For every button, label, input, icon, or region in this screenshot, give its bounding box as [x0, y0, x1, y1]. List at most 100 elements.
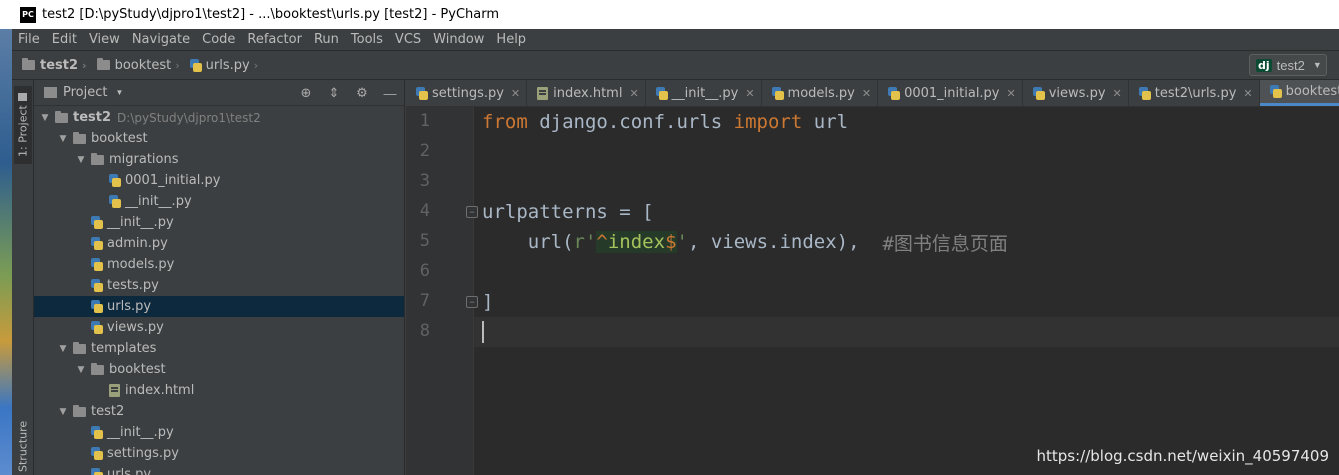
menu-tools[interactable]: Tools — [345, 32, 389, 47]
fold-end-icon[interactable]: − — [466, 296, 478, 308]
breadcrumb-app[interactable]: booktest › — [96, 58, 180, 73]
python-file-icon — [109, 174, 121, 187]
hide-panel-icon[interactable]: — — [382, 85, 398, 101]
tree-item-label: test2 — [73, 110, 112, 125]
expand-arrow-icon[interactable]: ▼ — [56, 407, 70, 417]
tab-label: views.py — [1048, 85, 1106, 101]
project-tool-window-tab[interactable]: 1: Project — [14, 86, 32, 164]
folder-icon — [18, 93, 28, 102]
fold-collapse-icon[interactable]: − — [466, 206, 478, 218]
folder-icon — [73, 404, 86, 417]
menu-code[interactable]: Code — [196, 32, 241, 47]
breadcrumb-project[interactable]: test2 › — [22, 58, 87, 73]
menu-view[interactable]: View — [83, 32, 126, 47]
gear-icon[interactable]: ⚙ — [354, 85, 370, 101]
menu-edit[interactable]: Edit — [46, 32, 83, 47]
tree-item-urls-selected[interactable]: urls.py — [34, 296, 404, 317]
collapse-all-icon[interactable]: ⇕ — [326, 85, 342, 101]
close-icon[interactable]: ✕ — [862, 87, 871, 100]
python-file-icon — [91, 258, 103, 271]
tree-item-label: templates — [91, 341, 157, 356]
python-file-icon — [1138, 86, 1151, 100]
tree-item-tests[interactable]: tests.py — [34, 275, 404, 296]
tree-item-label: __init__.py — [107, 425, 174, 440]
code-editor[interactable]: 1 2 3 4 5 6 7 8 − − from django.conf.url… — [406, 107, 1339, 475]
expand-arrow-icon[interactable]: ▼ — [56, 134, 70, 144]
menu-help[interactable]: Help — [490, 32, 532, 47]
window-title: test2 [D:\pyStudy\djpro1\test2] - ...\bo… — [42, 7, 500, 22]
code-line-1: from django.conf.urls import url — [482, 107, 848, 137]
folder-icon — [91, 362, 104, 375]
tab-index-html[interactable]: index.html ✕ — [527, 80, 646, 106]
tab-views-py[interactable]: views.py ✕ — [1023, 80, 1129, 106]
close-icon[interactable]: ✕ — [629, 87, 638, 100]
close-icon[interactable]: ✕ — [1007, 87, 1016, 100]
folder-icon — [73, 131, 86, 144]
tab-label: 0001_initial.py — [904, 85, 1000, 101]
run-configuration-select[interactable]: dj test2 ▼ — [1249, 54, 1327, 76]
tree-item-label: urls.py — [107, 467, 152, 475]
tab-settings-py[interactable]: settings.py ✕ — [406, 80, 528, 106]
tree-item-0001-initial[interactable]: 0001_initial.py — [34, 170, 404, 191]
structure-tool-window-tab[interactable]: Structure — [14, 420, 32, 472]
project-view-selector[interactable]: Project — [63, 85, 107, 100]
tree-item-test2-package[interactable]: ▼ test2 — [34, 401, 404, 422]
closing-bracket: ] — [482, 291, 494, 313]
expand-arrow-icon[interactable]: ▼ — [74, 155, 88, 165]
expand-arrow-icon[interactable]: ▼ — [74, 365, 88, 375]
close-icon[interactable]: ✕ — [511, 87, 520, 100]
tree-item-migrations-init[interactable]: __init__.py — [34, 191, 404, 212]
tree-item-views[interactable]: views.py — [34, 317, 404, 338]
chevron-right-icon: › — [82, 58, 87, 72]
project-tool-window-label: 1: Project — [16, 105, 30, 157]
menu-file[interactable]: File — [12, 32, 46, 47]
expand-arrow-icon[interactable]: ▼ — [38, 113, 52, 123]
tab-test2-urls-py[interactable]: test2\urls.py ✕ — [1129, 80, 1260, 106]
python-file-icon — [91, 447, 103, 460]
expand-arrow-icon[interactable]: ▼ — [56, 344, 70, 354]
tree-item-migrations[interactable]: ▼ migrations — [34, 149, 404, 170]
close-icon[interactable]: ✕ — [745, 87, 754, 100]
tree-item-models[interactable]: models.py — [34, 254, 404, 275]
scroll-from-source-icon[interactable]: ⊕ — [298, 85, 314, 101]
menu-vcs[interactable]: VCS — [389, 32, 427, 47]
breadcrumb-file[interactable]: urls.py › — [189, 58, 258, 73]
chevron-right-icon: › — [175, 58, 180, 72]
folder-icon — [55, 110, 68, 123]
pycharm-logo-icon: PC — [20, 6, 36, 23]
tab-0001-initial-py[interactable]: 0001_initial.py ✕ — [878, 80, 1023, 106]
menu-run[interactable]: Run — [308, 32, 345, 47]
project-view-icon — [44, 87, 57, 98]
tree-item-admin[interactable]: admin.py — [34, 233, 404, 254]
urlpatterns-declaration: urlpatterns = [ — [482, 201, 654, 223]
dropdown-arrow-icon[interactable]: ▼ — [115, 88, 123, 97]
tree-item-booktest[interactable]: ▼ booktest — [34, 128, 404, 149]
title-bar: PC test2 [D:\pyStudy\djpro1\test2] - ...… — [0, 0, 1339, 29]
tree-item-index-html[interactable]: index.html — [34, 380, 404, 401]
tree-item-templates-booktest[interactable]: ▼ booktest — [34, 359, 404, 380]
breadcrumb-project-label: test2 — [40, 57, 79, 73]
tree-item-booktest-init[interactable]: __init__.py — [34, 212, 404, 233]
python-file-icon — [1269, 85, 1282, 98]
close-icon[interactable]: ✕ — [1113, 87, 1122, 100]
tree-item-test2-urls[interactable]: urls.py — [34, 464, 404, 475]
line-number: 3 — [419, 171, 430, 191]
tab-init-py[interactable]: __init__.py ✕ — [646, 80, 762, 106]
tree-item-test2-init[interactable]: __init__.py — [34, 422, 404, 443]
line-number: 2 — [419, 141, 430, 161]
folder-icon — [22, 58, 35, 70]
python-file-icon — [655, 86, 668, 100]
tree-item-test2-root[interactable]: ▼ test2 D:\pyStudy\djpro1\test2 — [34, 107, 404, 128]
tab-models-py[interactable]: models.py ✕ — [762, 80, 879, 106]
code-line-5: url(r' ^ index $ ', views.index), #图书信息页面 — [482, 227, 1008, 257]
tree-item-settings[interactable]: settings.py — [34, 443, 404, 464]
tree-item-templates[interactable]: ▼ templates — [34, 338, 404, 359]
menu-window[interactable]: Window — [427, 32, 490, 47]
regex-quote: ' — [676, 231, 688, 253]
menu-refactor[interactable]: Refactor — [241, 32, 308, 47]
module-name: django.conf.urls — [527, 111, 734, 133]
tab-booktest-urls-py[interactable]: booktest\urls.py ✕ — [1259, 80, 1339, 106]
close-icon[interactable]: ✕ — [1243, 87, 1252, 100]
menu-navigate[interactable]: Navigate — [126, 32, 196, 47]
python-file-icon — [771, 86, 784, 100]
